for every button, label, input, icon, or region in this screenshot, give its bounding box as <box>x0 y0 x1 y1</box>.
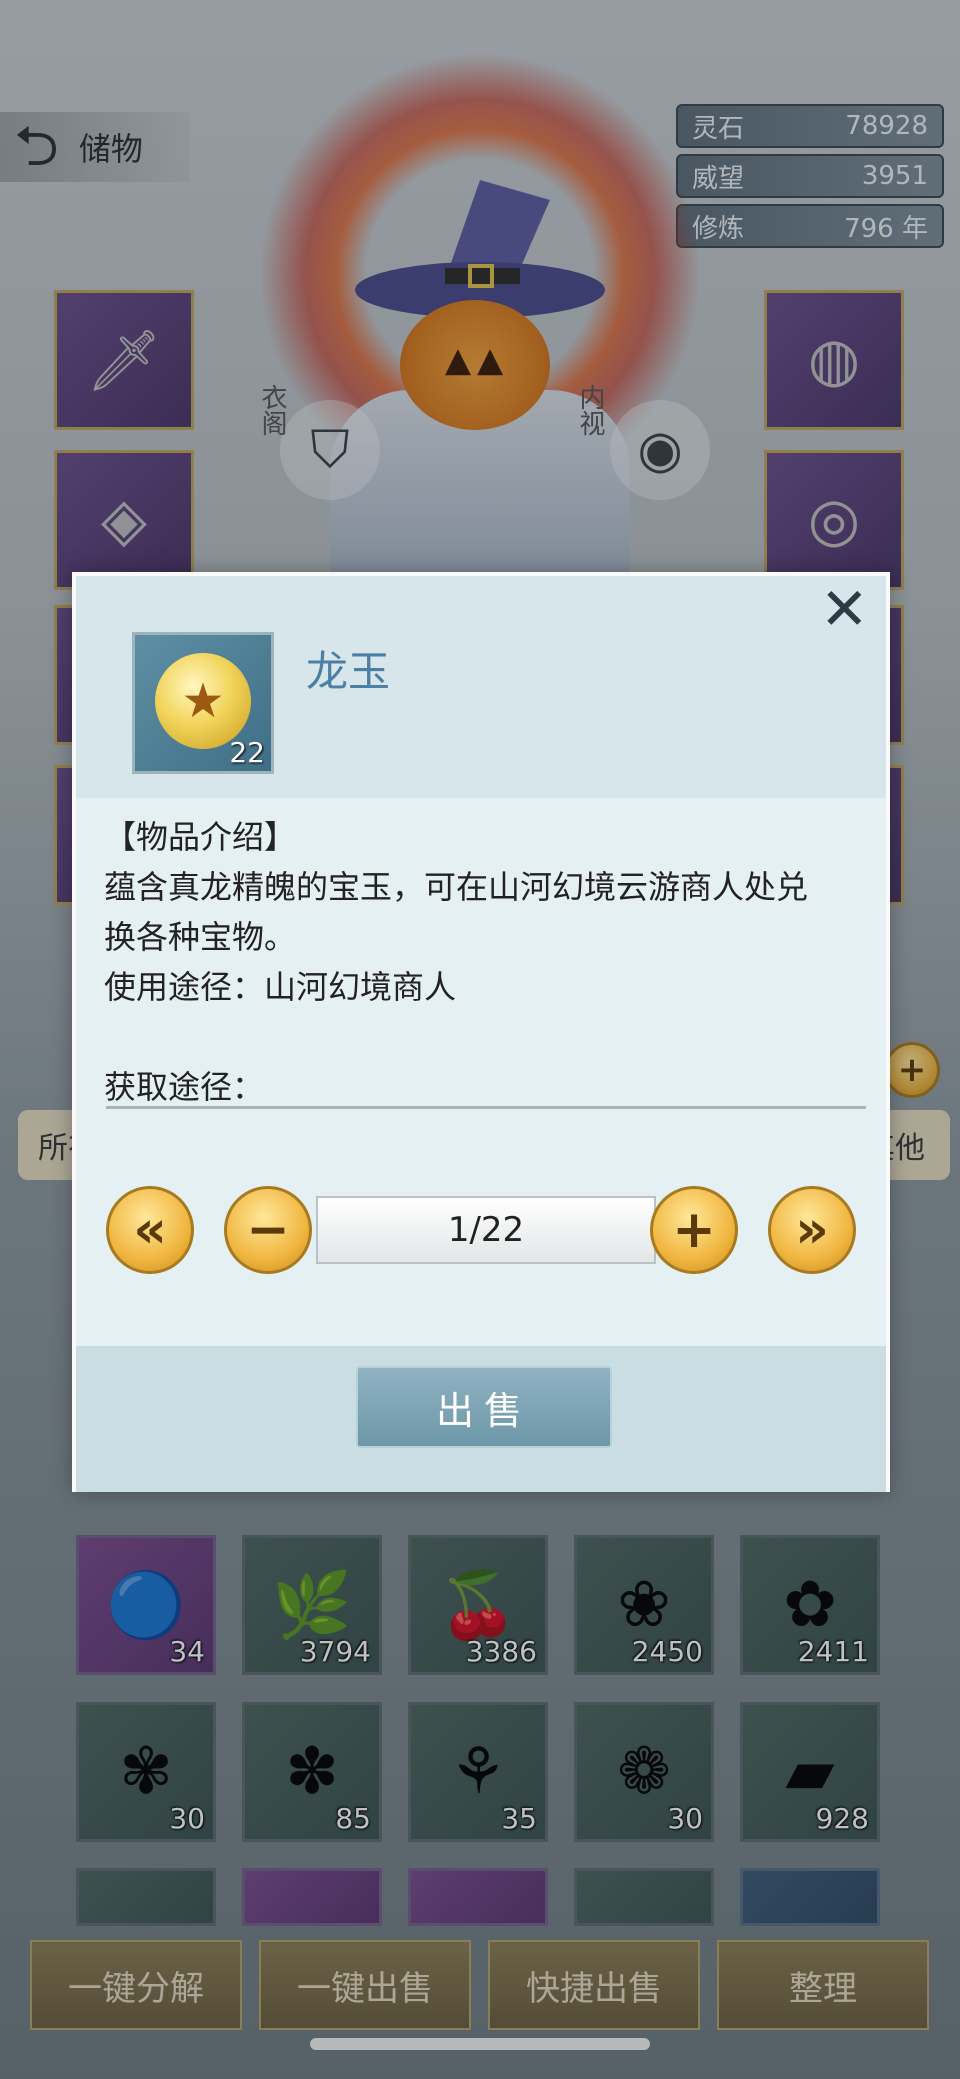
minus-icon: − <box>246 1200 290 1260</box>
sell-button[interactable]: 出售 <box>356 1366 612 1448</box>
item-detail-popup: ★ 22 龙玉 ✕ 【物品介绍】 蕴含真龙精魄的宝玉，可在山河幻境云游商人处兑 … <box>72 572 890 1492</box>
dragon-jade-icon: ★ <box>155 653 251 749</box>
close-icon[interactable]: ✕ <box>820 580 869 638</box>
quantity-display: 1/22 <box>316 1196 656 1264</box>
double-chevron-left-icon: « <box>133 1200 167 1260</box>
item-icon-frame: ★ 22 <box>132 632 274 774</box>
double-chevron-right-icon: » <box>795 1200 829 1260</box>
description-line1: 蕴含真龙精魄的宝玉，可在山河幻境云游商人处兑 <box>104 868 809 906</box>
description-line2: 换各种宝物。 <box>104 918 297 956</box>
usage-text: 使用途径：山河幻境商人 <box>104 968 457 1006</box>
max-quantity-button[interactable]: » <box>768 1186 856 1274</box>
intro-header: 【物品介绍】 <box>104 818 297 856</box>
item-name: 龙玉 <box>306 647 391 696</box>
divider <box>106 1106 866 1109</box>
min-quantity-button[interactable]: « <box>106 1186 194 1274</box>
quantity-value: 1/22 <box>447 1210 525 1250</box>
item-count: 22 <box>229 736 265 769</box>
decrease-quantity-button[interactable]: − <box>224 1186 312 1274</box>
acquire-text: 获取途径： <box>104 1068 265 1106</box>
sell-label: 出售 <box>435 1388 532 1433</box>
increase-quantity-button[interactable]: + <box>650 1186 738 1274</box>
plus-icon: + <box>672 1200 716 1260</box>
